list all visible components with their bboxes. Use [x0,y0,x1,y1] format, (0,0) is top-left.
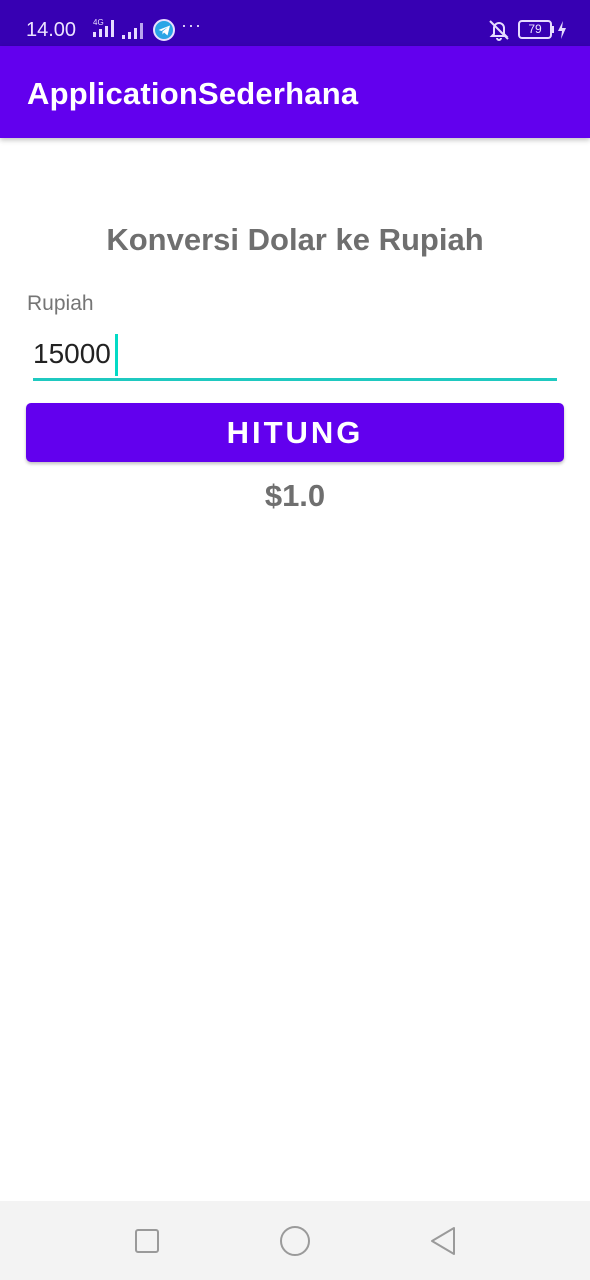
rupiah-input[interactable] [33,332,557,376]
rupiah-input-container[interactable] [33,332,557,382]
more-notifications-icon: ··· [181,15,202,35]
hitung-button[interactable]: HITUNG [26,403,564,462]
app-bar: ApplicationSederhana [0,46,590,138]
battery-icon: 79 [518,20,552,39]
signal-4g-icon: 4G [93,18,114,37]
charging-icon [558,21,566,39]
battery-nub [551,26,554,33]
input-underline [33,378,557,381]
app-title: ApplicationSederhana [27,76,359,111]
mute-icon [489,20,509,41]
signal-icon [122,23,143,39]
text-cursor [115,334,118,376]
home-icon[interactable] [280,1226,310,1256]
navigation-bar [0,1201,590,1280]
page-heading: Konversi Dolar ke Rupiah [106,222,484,257]
recent-apps-icon[interactable] [135,1229,159,1253]
back-icon[interactable] [429,1226,457,1256]
network-type-label: 4G [93,18,104,27]
status-time: 14.00 [26,19,77,41]
rupiah-label: Rupiah [27,292,94,315]
result-text: $1.0 [264,478,326,513]
telegram-icon [153,19,175,41]
status-bar: 14.00 4G ··· 79 [0,0,590,46]
